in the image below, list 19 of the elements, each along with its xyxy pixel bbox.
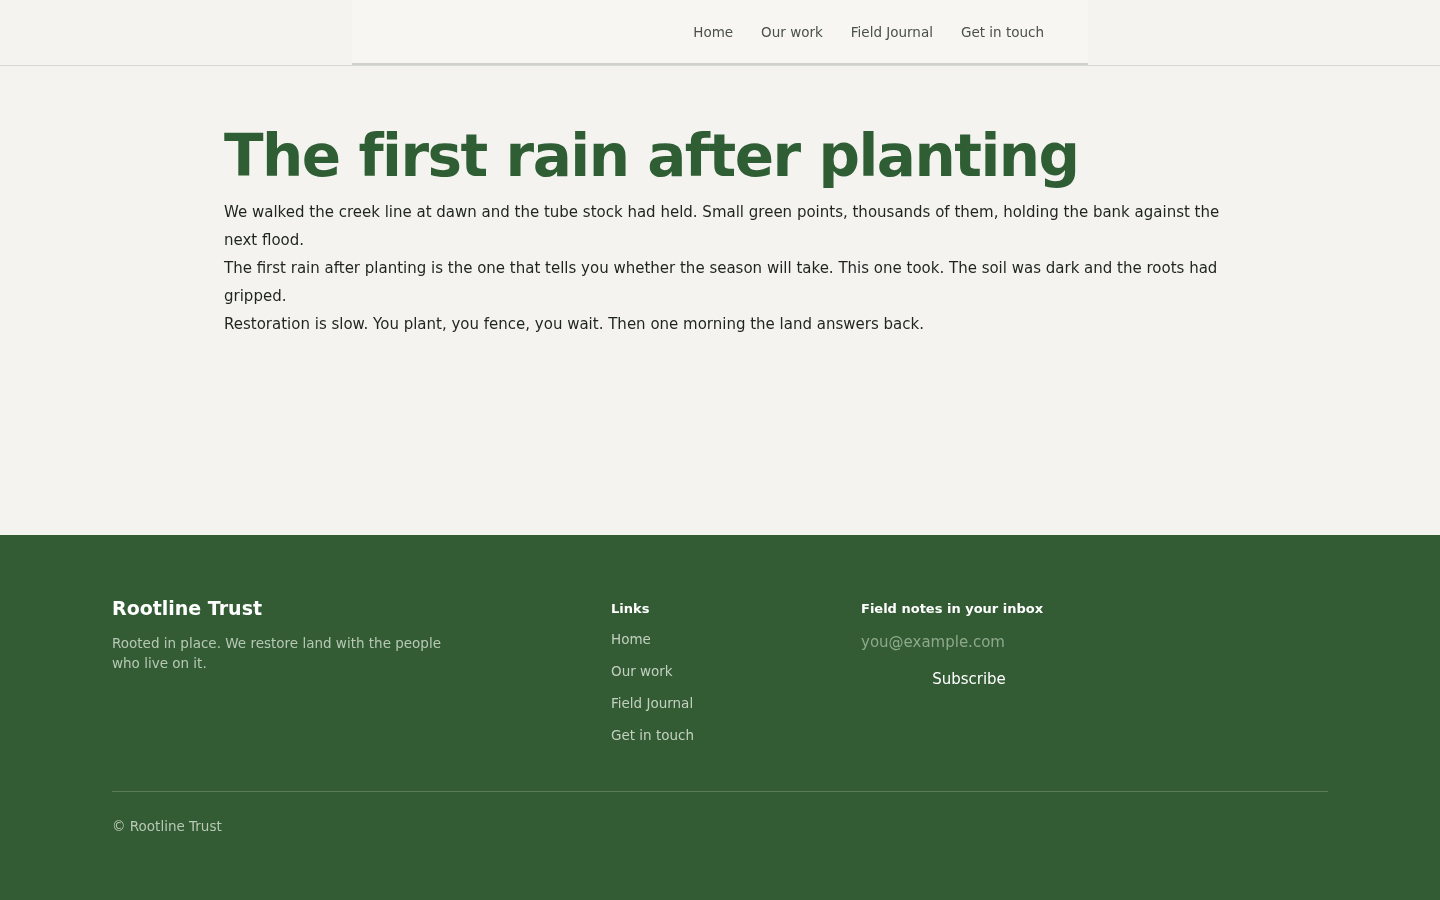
article-paragraph: We walked the creek line at dawn and the tube stock had held. Small green points, thousands of them, holding the bank against the next flood. [224,202,1221,251]
footer-link[interactable]: Field Journal [611,694,861,726]
subscribe-button[interactable]: Subscribe [861,664,1077,694]
footer-link[interactable]: Get in touch [611,726,861,758]
nav-link[interactable]: Home [693,23,734,40]
links-heading: Links [611,601,651,616]
article-title: The first rain after planting [224,121,1080,192]
email-field[interactable]: you@example.com [861,630,1077,654]
nav-link[interactable]: Field Journal [850,23,933,40]
footer-brand: Rootline Trust [112,597,264,619]
nav-link[interactable]: Our work [761,23,823,40]
newsletter-heading: Field notes in your inbox [861,601,1045,616]
footer-link[interactable]: Home [611,630,861,662]
copyright-text: © Rootline Trust [112,818,223,834]
article-paragraph: Restoration is slow. You plant, you fence, you wait. Then one morning the land answers back. [224,314,925,335]
nav-link[interactable]: Get in touch [960,23,1044,40]
footer-tagline: Rooted in place. We restore land with the people who live on it. [112,634,442,673]
footer-link[interactable]: Our work [611,662,861,694]
article-paragraph: The first rain after planting is the one that tells you whether the season will take. This one took. The soil was dark and the roots had gripped. [224,258,1219,307]
